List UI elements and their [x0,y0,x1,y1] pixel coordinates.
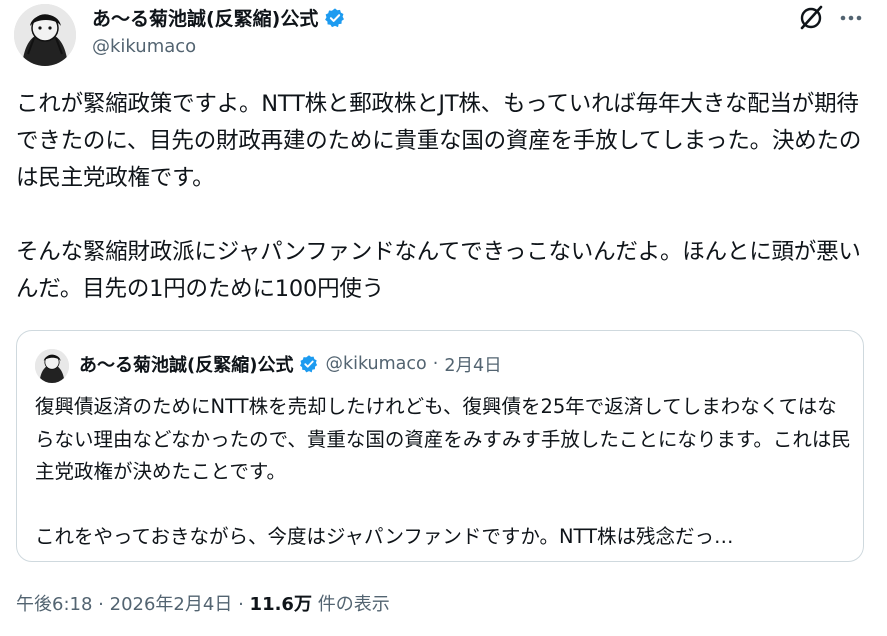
meta-separator: · [98,594,104,615]
verified-badge-icon [299,354,319,374]
post-header: あ〜る菊池誠(反緊縮)公式 @kikumaco [0,0,887,80]
post-meta: 午後6:18 · 2026年2月4日 · 11.6万 件の表示 [16,590,390,616]
view-count: 11.6万 [249,594,312,615]
quoted-author-name: あ〜る菊池誠(反緊縮)公式 [79,355,294,376]
post-date[interactable]: 2026年2月4日 [110,594,233,615]
author-name-row: あ〜る菊池誠(反緊縮)公式 [92,4,346,31]
author-name[interactable]: あ〜る菊池誠(反緊縮)公式 [92,4,318,31]
quoted-author-handle: @kikumaco [325,354,427,374]
post-text: これが緊縮政策ですよ。NTT株と郵政株とJT株、もっていれば毎年大きな配当が期待… [16,91,862,302]
avatar-illustration-icon [14,4,76,66]
post-time[interactable]: 午後6:18 [16,594,92,615]
author-handle[interactable]: @kikumaco [92,36,196,57]
quoted-post[interactable]: あ〜る菊池誠(反緊縮)公式 @kikumaco · 2月4日 復興債返済のために… [16,330,864,562]
avatar[interactable] [14,4,76,66]
meta-separator: · [238,594,244,615]
quoted-date: 2月4日 [444,355,502,376]
quoted-avatar[interactable] [35,349,69,383]
avatar-illustration-icon [35,349,69,383]
verified-badge-icon[interactable] [324,7,346,29]
grok-icon[interactable] [797,4,825,32]
view-count-label: 件の表示 [317,594,390,615]
quoted-header: あ〜る菊池誠(反緊縮)公式 @kikumaco · 2月4日 [79,351,502,377]
quoted-separator: · [432,354,439,374]
more-icon[interactable] [838,8,864,28]
quoted-text: 復興債返済のためにNTT株を売却したけれども、復興債を25年で返済してしまわなく… [35,395,851,548]
